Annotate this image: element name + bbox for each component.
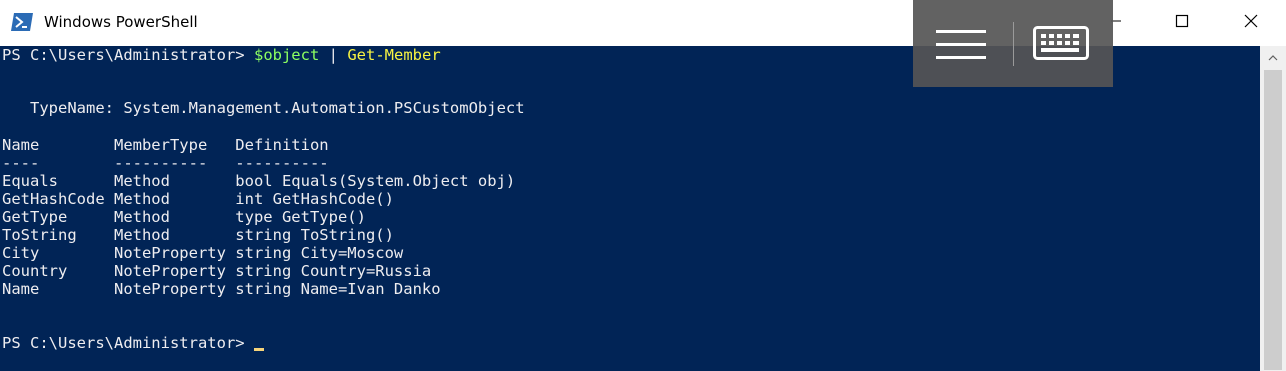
prompt: PS C:\Users\Administrator>	[2, 334, 245, 352]
final-prompt-line[interactable]: PS C:\Users\Administrator>	[2, 334, 264, 352]
hamburger-menu-icon[interactable]	[936, 30, 988, 60]
vertical-scrollbar[interactable]	[1260, 46, 1286, 371]
text-cursor	[253, 348, 264, 351]
maximize-button[interactable]	[1159, 0, 1205, 46]
table-row: ToString Method string ToString()	[2, 226, 394, 244]
table-row: Equals Method bool Equals(System.Object …	[2, 172, 516, 190]
close-button[interactable]	[1228, 0, 1274, 46]
table-row: GetType Method type GetType()	[2, 208, 366, 226]
table-row: City NoteProperty string City=Moscow	[2, 244, 404, 262]
command-variable: $object	[253, 46, 320, 64]
command-cmdlet: Get-Member	[347, 46, 441, 64]
table-header: Name MemberType Definition	[2, 136, 329, 154]
overlay-divider	[1013, 22, 1014, 66]
typename-line: TypeName: System.Management.Automation.P…	[2, 99, 525, 117]
command-line: PS C:\Users\Administrator> $object | Get…	[2, 46, 441, 64]
touch-overlay-panel	[913, 0, 1113, 87]
close-icon	[1244, 14, 1258, 33]
table-row: Country NoteProperty string Country=Russ…	[2, 262, 432, 280]
table-row: GetHashCode Method int GetHashCode()	[2, 190, 394, 208]
table-separator: ---- ---------- ----------	[2, 154, 329, 172]
scroll-thumb[interactable]	[1264, 70, 1282, 370]
chevron-up-icon	[1268, 48, 1278, 66]
table-row: Name NoteProperty string Name=Ivan Danko	[2, 280, 441, 298]
powershell-icon	[11, 13, 33, 31]
prompt: PS C:\Users\Administrator>	[2, 46, 245, 64]
window-title: Windows PowerShell	[44, 13, 198, 31]
console-output[interactable]: PS C:\Users\Administrator> $object | Get…	[0, 46, 1260, 371]
keyboard-icon[interactable]	[1033, 26, 1089, 60]
maximize-icon	[1175, 14, 1189, 33]
command-pipe: |	[328, 46, 338, 64]
scroll-up-button[interactable]	[1260, 46, 1286, 68]
